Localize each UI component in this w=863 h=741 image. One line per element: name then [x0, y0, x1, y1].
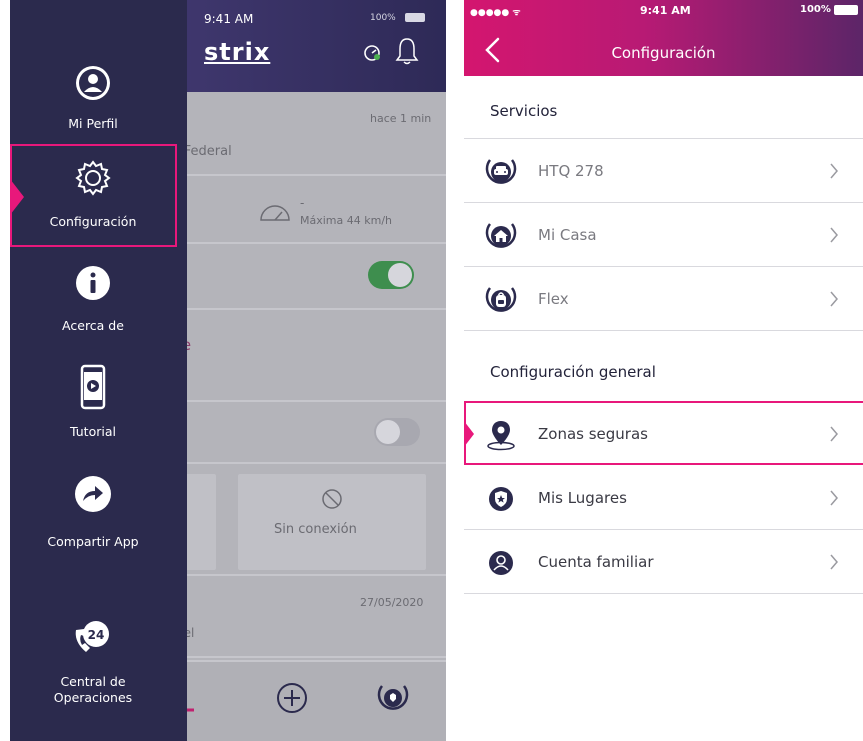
- pointer-arrow: [464, 421, 474, 447]
- drawer-item-share[interactable]: Compartir App: [10, 474, 176, 550]
- svg-text:24: 24: [88, 628, 105, 642]
- general-label: Cuenta familiar: [538, 553, 654, 571]
- pointer-arrow: [10, 179, 24, 215]
- battery-icon: [405, 13, 425, 22]
- car-icon: [485, 159, 517, 184]
- toggle-on[interactable]: [368, 261, 414, 289]
- bottom-shield-icon[interactable]: [376, 682, 410, 714]
- status-time: 9:41 AM: [204, 12, 254, 26]
- toggle-off[interactable]: [374, 418, 420, 446]
- service-row-flex[interactable]: Flex: [464, 268, 863, 331]
- divider: [464, 138, 863, 139]
- drawer-label: Tutorial: [70, 424, 116, 439]
- service-row-home[interactable]: Mi Casa: [464, 204, 863, 267]
- event-date: 27/05/2020: [360, 596, 424, 609]
- shield-star-icon: [489, 487, 513, 511]
- drawer-label: Central de Operaciones: [53, 674, 133, 705]
- right-phone-screen: ●●●●● ᯤ 9:41 AM 100% Configuración Servi…: [464, 0, 863, 741]
- info-icon: [76, 266, 110, 300]
- drawer-label: Compartir App: [47, 534, 139, 549]
- last-update: hace 1 min: [370, 112, 432, 125]
- section-title-general: Configuración general: [490, 363, 656, 381]
- page-title: Configuración: [611, 44, 716, 62]
- drawer-item-tutorial[interactable]: Tutorial: [10, 364, 176, 440]
- tutorial-phone-icon: [80, 364, 106, 410]
- general-row-family-account[interactable]: Cuenta familiar: [464, 531, 863, 594]
- drawer-label: Acerca de: [62, 318, 124, 333]
- status-time: 9:41 AM: [640, 4, 691, 17]
- speed-check-icon[interactable]: [363, 44, 381, 62]
- home-icon: [485, 223, 517, 248]
- general-label: Mis Lugares: [538, 489, 627, 507]
- add-icon[interactable]: [276, 682, 308, 714]
- service-label: Flex: [538, 290, 569, 308]
- user-icon: [489, 551, 513, 575]
- service-label: Mi Casa: [538, 226, 597, 244]
- strix-logo: strix: [204, 38, 271, 66]
- service-row-vehicle[interactable]: HTQ 278: [464, 140, 863, 203]
- active-item-highlight: [10, 144, 177, 247]
- speed-max: Máxima 44 km/h: [300, 214, 393, 227]
- chevron-right-icon: [830, 490, 838, 506]
- drawer-label: Mi Perfil: [68, 116, 118, 131]
- call-24-icon: 24: [75, 621, 109, 652]
- speed-current: -: [300, 196, 305, 210]
- backpack-icon: [485, 287, 517, 312]
- row-highlight: [464, 401, 863, 465]
- speedometer-icon: [260, 205, 290, 221]
- status-signal: ●●●●● ᯤ: [470, 8, 521, 18]
- share-icon: [75, 476, 111, 512]
- section-title-services: Servicios: [490, 102, 558, 120]
- bell-icon[interactable]: [394, 36, 420, 66]
- status-battery-text: 100%: [370, 13, 396, 23]
- no-connection-icon: [322, 489, 342, 509]
- battery-icon: [834, 5, 858, 15]
- drawer-item-profile[interactable]: Mi Perfil: [10, 64, 176, 132]
- drawer-item-about[interactable]: Acerca de: [10, 264, 176, 334]
- status-battery-text: 100%: [800, 4, 831, 15]
- chevron-right-icon: [830, 554, 838, 570]
- drawer-item-operations[interactable]: 24 Central de Operaciones: [10, 616, 176, 706]
- offline-text: Sin conexión: [274, 522, 357, 537]
- chevron-right-icon: [830, 291, 838, 307]
- profile-icon: [76, 66, 110, 100]
- screenshot-stage: 9:41 AM 100% strix hace 1 min l Federal …: [0, 0, 863, 741]
- left-phone-screen: 9:41 AM 100% strix hace 1 min l Federal …: [10, 0, 446, 741]
- general-row-my-places[interactable]: Mis Lugares: [464, 467, 863, 530]
- chevron-right-icon: [830, 163, 838, 179]
- chevron-right-icon: [830, 227, 838, 243]
- service-label: HTQ 278: [538, 162, 604, 180]
